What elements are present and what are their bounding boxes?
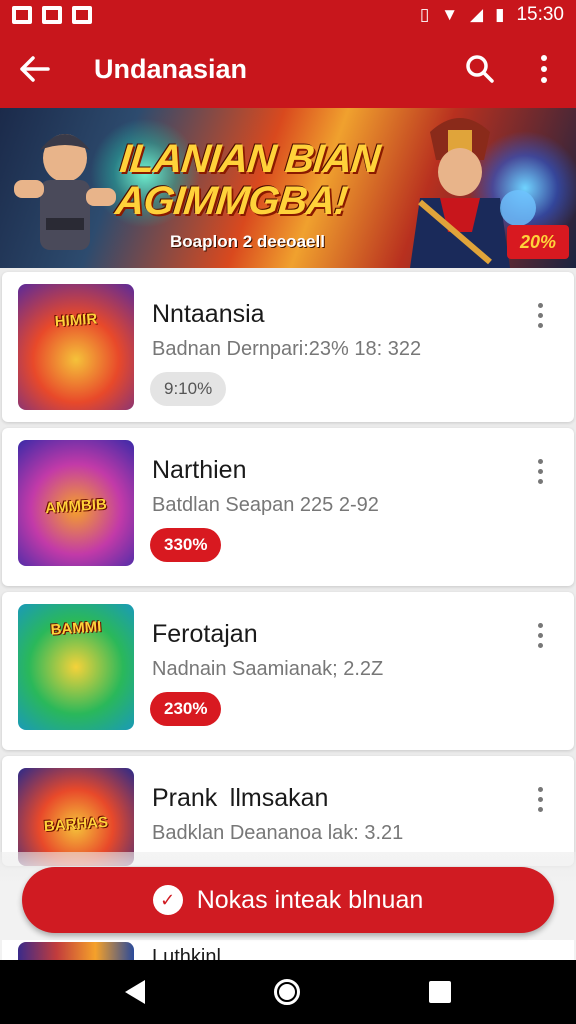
thumbnail-logo: BAMMI xyxy=(50,618,102,639)
promo-banner[interactable]: ILANIAN BIAN AGIMMGBA! Boaplon 2 deeoael… xyxy=(0,108,576,268)
game-card[interactable]: BAMMI Ferotajan Nadnain Saamianak; 2.2Z … xyxy=(2,592,574,750)
page-title: Undanasian xyxy=(94,53,248,84)
game-card[interactable]: AMMBIB Narthien Batdlan Seapan 225 2-92 … xyxy=(2,428,574,586)
back-button[interactable] xyxy=(0,30,70,108)
game-title: Narthien xyxy=(152,456,247,484)
nav-recent-icon[interactable] xyxy=(429,981,452,1003)
game-tag: 330% xyxy=(150,528,222,562)
card-menu-button[interactable] xyxy=(528,620,552,650)
system-nav-bar xyxy=(0,960,576,1024)
gallery-icon xyxy=(12,6,32,24)
game-card[interactable]: HIMIR Nntaansia Badnan Dernpari:23% 18: … xyxy=(2,272,574,422)
more-vert-icon xyxy=(537,458,543,484)
hero-warrior-illustration xyxy=(14,134,116,250)
game-thumbnail: HIMIR xyxy=(18,284,134,410)
game-thumbnail: AMMBIB xyxy=(18,440,134,566)
more-vert-icon xyxy=(537,786,543,812)
game-card[interactable]: BARHAS Prank llmsakan Badklan Deananoa l… xyxy=(2,756,574,866)
game-thumbnail xyxy=(18,942,134,962)
nav-home-icon[interactable] xyxy=(273,979,300,1005)
game-subtitle: Badklan Deananoa lak: 3.21 xyxy=(152,822,404,844)
wifi-icon: ▼ xyxy=(441,5,459,24)
more-vert-icon xyxy=(537,622,543,648)
card-menu-button[interactable] xyxy=(528,456,552,486)
mail-icon xyxy=(42,6,62,24)
thumbnail-logo: AMMBIB xyxy=(44,495,108,518)
status-bar: ▯ ▼ ◢ ▮ 15:30 xyxy=(0,0,576,30)
thumbnail-logo: HIMIR xyxy=(54,310,98,331)
nav-back-icon[interactable] xyxy=(124,980,145,1004)
arrow-left-icon xyxy=(20,56,50,82)
banner-discount-badge: 20% xyxy=(507,225,569,259)
signal-icon: ◢ xyxy=(470,5,484,24)
primary-action-button[interactable]: ✓ Nokas inteak blnuan xyxy=(22,867,554,933)
battery-icon: ▮ xyxy=(495,5,505,24)
game-title: Ferotajan xyxy=(152,620,258,648)
thumbnail-logo: BARHAS xyxy=(43,813,109,836)
system-icons: ▯ ▼ ◢ ▮ 15:30 xyxy=(420,4,564,26)
banner-subtitle: Boaplon 2 deeoaell xyxy=(170,232,325,251)
banner-headline-line2: AGIMMGBA! xyxy=(113,179,350,223)
more-vert-icon xyxy=(541,55,547,83)
status-time: 15:30 xyxy=(516,4,564,25)
game-subtitle: Nadnain Saamianak; 2.2Z xyxy=(152,658,384,680)
game-thumbnail: BAMMI xyxy=(18,604,134,730)
more-vert-icon xyxy=(537,302,543,328)
banner-headline-line1: ILANIAN BIAN xyxy=(117,137,382,181)
game-title: Prank llmsakan xyxy=(152,784,329,812)
card-menu-button[interactable] xyxy=(528,300,552,330)
vibrate-icon: ▯ xyxy=(419,5,430,24)
search-icon xyxy=(466,55,494,83)
game-subtitle: Badnan Dernpari:23% 18: 322 xyxy=(152,338,422,360)
search-button[interactable] xyxy=(448,30,512,108)
game-tag: 9:10% xyxy=(150,372,227,406)
game-title: Nntaansia xyxy=(152,300,265,328)
primary-action-label: Nokas inteak blnuan xyxy=(196,885,424,914)
list-item-peek: Luthkinl xyxy=(2,940,574,962)
image-icon xyxy=(72,6,92,24)
game-subtitle: Batdlan Seapan 225 2-92 xyxy=(152,494,379,516)
chat-check-icon: ✓ xyxy=(152,885,183,915)
notification-icons xyxy=(12,6,92,24)
card-menu-button[interactable] xyxy=(528,784,552,814)
app-bar: Undanasian xyxy=(0,30,576,108)
game-tag: 230% xyxy=(150,692,222,726)
banner-headline: ILANIAN BIAN AGIMMGBA! xyxy=(113,137,383,223)
overflow-menu-button[interactable] xyxy=(512,30,576,108)
